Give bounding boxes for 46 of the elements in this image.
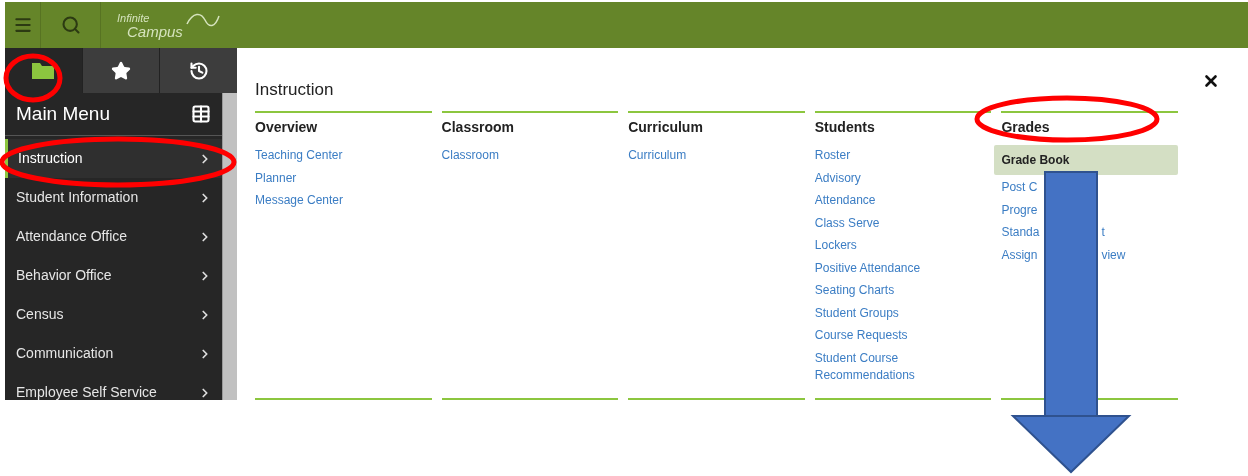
history-icon bbox=[188, 60, 209, 81]
menu-icon bbox=[12, 15, 33, 35]
menu-link[interactable]: Advisory bbox=[814, 167, 992, 190]
menu-link[interactable]: Planner bbox=[255, 167, 432, 190]
close-icon[interactable] bbox=[1202, 72, 1220, 90]
menu-link[interactable]: Assign view bbox=[1001, 244, 1178, 267]
menu-link[interactable]: Grade Book bbox=[994, 144, 1178, 175]
column-heading: Overview bbox=[255, 117, 319, 137]
menu-link[interactable]: Lockers bbox=[814, 234, 992, 257]
sidebar-item[interactable]: Communication bbox=[5, 334, 222, 373]
panel-title: Instruction bbox=[255, 79, 334, 101]
sidebar-item[interactable]: Employee Self Service bbox=[5, 373, 222, 400]
menu-link[interactable]: Class Serve bbox=[814, 212, 992, 235]
sidebar-item[interactable]: Behavior Office bbox=[5, 256, 222, 295]
menu-link[interactable]: Positive Attendance bbox=[814, 257, 992, 280]
sidebar-item[interactable]: Attendance Office bbox=[5, 217, 222, 256]
menu-link[interactable]: Post C bbox=[1001, 176, 1178, 199]
sidebar-tab[interactable] bbox=[159, 48, 237, 93]
menu-link[interactable]: Classroom bbox=[441, 144, 619, 167]
menu-link[interactable]: Standa t bbox=[1001, 221, 1178, 244]
grid-view-icon bbox=[191, 104, 211, 124]
menu-link[interactable]: Message Center bbox=[255, 189, 432, 212]
menu-link[interactable]: Student Groups bbox=[814, 302, 992, 325]
sidebar-tab[interactable] bbox=[81, 48, 160, 93]
star-icon bbox=[111, 60, 131, 81]
menu-title: Main Menu bbox=[16, 101, 110, 126]
column-heading: Grades bbox=[1001, 117, 1051, 137]
menu-link[interactable]: Progre bbox=[1001, 199, 1178, 222]
scrollbar[interactable] bbox=[222, 93, 237, 400]
menu-link[interactable]: Student Course Recommendations bbox=[814, 347, 992, 387]
menu-link[interactable]: Roster bbox=[814, 144, 992, 167]
highlight-ellipse bbox=[3, 53, 63, 103]
sidebar-item[interactable]: Census bbox=[5, 295, 222, 334]
column-heading: Classroom bbox=[441, 117, 515, 137]
menu-link[interactable]: Course Requests bbox=[814, 324, 992, 347]
folder-icon bbox=[32, 62, 55, 79]
search-icon bbox=[60, 15, 81, 35]
column-heading: Students bbox=[814, 117, 876, 137]
menu-link[interactable]: Attendance bbox=[814, 189, 992, 212]
menu-link[interactable]: Seating Charts bbox=[814, 279, 992, 302]
column-heading: Curriculum bbox=[628, 117, 704, 137]
logo-text: Infinite bbox=[117, 12, 151, 25]
menu-link[interactable]: Teaching Center bbox=[255, 144, 432, 167]
logo-text: Campus bbox=[127, 25, 183, 38]
sidebar-item[interactable]: Student Information bbox=[5, 178, 222, 217]
menu-link[interactable]: Curriculum bbox=[628, 144, 805, 167]
